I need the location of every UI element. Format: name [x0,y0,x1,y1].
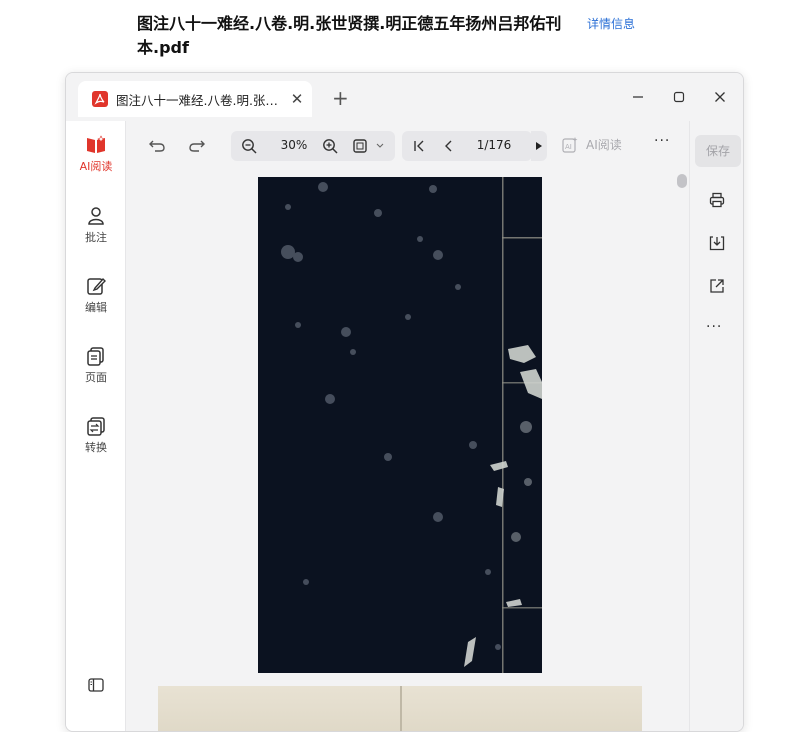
download-icon[interactable] [706,232,728,254]
sidebar-label: 页面 [85,371,107,384]
fit-page-icon[interactable] [349,133,389,159]
details-link[interactable]: 详情信息 [587,15,635,32]
next-page-icon[interactable] [531,131,547,161]
pdf-icon [92,91,108,107]
tab-title: 图注八十一难经.八卷.明.张世... [116,92,280,108]
document-tab[interactable]: 图注八十一难经.八卷.明.张世... ✕ [78,81,312,117]
sidebar-item-edit[interactable]: 编辑 [66,276,126,315]
print-icon[interactable] [706,189,728,211]
page-scan-2 [158,686,642,731]
prev-page-icon[interactable] [436,133,462,159]
page-navigator: 1/176 [402,131,532,161]
first-page-icon[interactable] [406,133,432,159]
annotate-icon [88,207,104,225]
convert-icon [87,417,105,436]
share-icon[interactable] [706,275,728,297]
more-options-icon[interactable]: ··· [654,133,670,149]
sidebar-item-pages[interactable]: 页面 [66,346,126,385]
ai-book-icon [87,135,105,153]
undo-icon[interactable] [144,133,170,159]
page-fold-line [400,686,402,731]
new-tab-icon[interactable]: + [332,88,349,108]
page-indicator[interactable]: 1/176 [466,138,522,152]
document-title: 图注八十一难经.八卷.明.张世贤撰.明正德五年扬州吕邦佑刊本.pdf [137,14,562,57]
svg-text:AI: AI [565,143,572,151]
page-scan-1 [258,177,542,673]
sidebar-label: 转换 [85,441,107,454]
close-tab-icon[interactable]: ✕ [290,90,304,108]
ai-read-label: AI阅读 [586,138,622,152]
panel-toggle-icon[interactable] [66,678,126,692]
right-sidebar: 保存 ··· [689,121,743,731]
minimize-icon[interactable] [628,87,648,107]
zoom-in-icon[interactable] [317,133,343,159]
pages-icon [87,347,104,366]
zoom-control: 30% [231,131,395,161]
pdf-viewer-window: 图注八十一难经.八卷.明.张世... ✕ + AI阅读 批注 编辑 页面 转换 … [65,72,744,732]
sidebar-item-convert[interactable]: 转换 [66,416,126,455]
save-button[interactable]: 保存 [695,135,741,167]
edit-icon [87,277,106,295]
document-viewer[interactable] [126,171,689,731]
maximize-icon[interactable] [669,87,689,107]
close-window-icon[interactable] [710,87,730,107]
scrollbar[interactable] [676,171,688,731]
scrollbar-thumb[interactable] [677,174,687,188]
title-bar: 图注八十一难经.八卷.明.张世... ✕ + [66,73,743,121]
sidebar-item-ai-read[interactable]: AI阅读 [66,135,126,174]
redo-icon[interactable] [184,133,210,159]
left-sidebar: AI阅读 批注 编辑 页面 转换 [66,121,126,731]
zoom-out-icon[interactable] [236,133,262,159]
ai-read-icon: AI [562,136,578,153]
sidebar-label: AI阅读 [79,160,113,173]
right-more-icon[interactable]: ··· [706,319,722,335]
main-area: 30% 1/176 AI AI阅读 ··· [126,121,689,731]
toolbar: 30% 1/176 AI AI阅读 ··· [126,121,689,171]
sidebar-label: 编辑 [85,301,107,314]
sidebar-label: 批注 [85,231,107,244]
zoom-level[interactable]: 30% [271,138,317,152]
ai-read-button[interactable]: AI AI阅读 [562,136,622,153]
sidebar-item-annotate[interactable]: 批注 [66,206,126,245]
